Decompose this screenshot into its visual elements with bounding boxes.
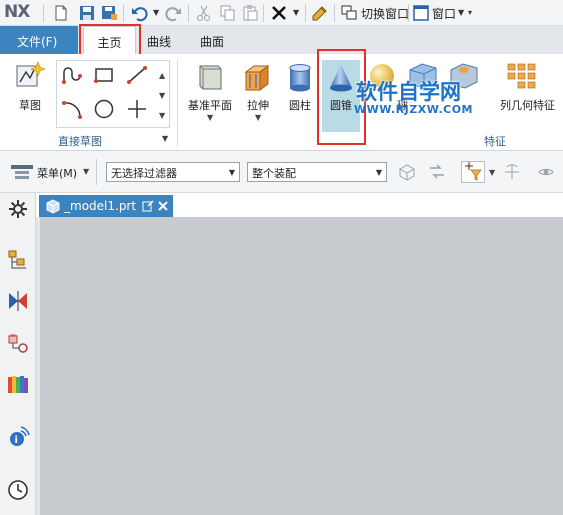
- menu-label[interactable]: 菜单(M): [37, 165, 77, 181]
- filter-arrow-icon[interactable]: [427, 162, 447, 182]
- snap-point-icon[interactable]: [502, 162, 522, 182]
- separator: [96, 159, 97, 185]
- chevron-down-icon[interactable]: ▼: [255, 113, 261, 122]
- web-browser-icon[interactable]: i: [6, 425, 30, 449]
- resource-bar: i: [0, 193, 36, 515]
- edit-object-display-icon[interactable]: [311, 4, 329, 22]
- snap-filter-button[interactable]: [461, 161, 485, 183]
- highlight-box-home-tab: [79, 24, 141, 57]
- part-file-icon: [46, 199, 60, 214]
- history-clock-icon[interactable]: [6, 478, 30, 502]
- sketch-icon: [16, 61, 46, 87]
- extrude-label: 拉伸: [247, 99, 269, 112]
- chevron-down-icon[interactable]: ▼: [159, 111, 165, 120]
- ribbon-panel: 草图 ▲ ▼ ▼ 直接草图 ▼ 基准平面 ▼ 拉伸 ▼ 圆柱 圆锥 球 列几何特…: [0, 54, 563, 151]
- chevron-down-icon[interactable]: ▲: [159, 71, 165, 80]
- datum-plane-icon: [199, 65, 222, 90]
- group-separator: [177, 59, 178, 147]
- watermark-title: 软件自学网: [356, 80, 461, 104]
- circle-icon[interactable]: [93, 98, 115, 120]
- rectangle-icon[interactable]: [93, 64, 115, 86]
- extrude-icon: [244, 65, 270, 91]
- redo-icon[interactable]: [165, 4, 183, 22]
- menu-icon[interactable]: [10, 163, 34, 181]
- assembly-navigator-icon[interactable]: [6, 248, 30, 272]
- chevron-down-icon[interactable]: ▼: [489, 168, 495, 177]
- chevron-down-icon[interactable]: ▼: [159, 91, 165, 100]
- part-navigator-icon[interactable]: [6, 331, 30, 355]
- save-icon[interactable]: [78, 4, 96, 22]
- svg-text:i: i: [15, 435, 18, 446]
- document-tab-name: _model1.prt: [64, 199, 137, 213]
- cylinder-icon: [289, 64, 311, 92]
- line-icon[interactable]: [126, 64, 148, 86]
- save-all-icon[interactable]: [100, 4, 118, 22]
- chevron-down-icon: ▼: [228, 168, 235, 177]
- pattern-feature-icon[interactable]: [505, 60, 539, 92]
- separator: [123, 4, 124, 22]
- chevron-down-icon[interactable]: ▼: [207, 113, 213, 122]
- close-icon[interactable]: [158, 201, 168, 211]
- chevron-down-icon[interactable]: ▾: [468, 8, 472, 17]
- assembly-scope-value: 整个装配: [252, 167, 296, 180]
- separator: [408, 4, 409, 22]
- window-label[interactable]: 窗口: [432, 5, 456, 22]
- switch-window-label[interactable]: 切换窗口: [361, 5, 409, 22]
- datum-plane-button[interactable]: 基准平面 ▼: [185, 60, 235, 130]
- arc-icon[interactable]: [61, 98, 83, 120]
- tab-file[interactable]: 文件(F): [0, 26, 78, 54]
- selection-toolbar: 菜单(M) ▼ 无选择过滤器 ▼ 整个装配 ▼ ▼: [0, 151, 563, 193]
- selection-filter-select[interactable]: 无选择过滤器 ▼: [106, 162, 240, 182]
- document-tab[interactable]: _model1.prt: [39, 195, 173, 217]
- cylinder-button[interactable]: 圆柱: [282, 60, 318, 116]
- settings-gear-icon[interactable]: [6, 197, 30, 221]
- copy-icon[interactable]: [218, 4, 236, 22]
- watermark-url: WWW.RJZXW.COM: [354, 103, 473, 116]
- pattern-feature-label[interactable]: 列几何特征: [500, 97, 555, 113]
- selection-filter-value: 无选择过滤器: [111, 167, 177, 180]
- profile-icon[interactable]: [61, 64, 83, 86]
- window-icon[interactable]: [412, 4, 430, 22]
- nx-logo: NX: [4, 2, 30, 22]
- document-tab-bar: _model1.prt: [36, 193, 563, 217]
- point-icon[interactable]: [126, 98, 148, 120]
- sketch-button[interactable]: 草图: [10, 60, 50, 112]
- separator: [334, 4, 335, 22]
- constraint-navigator-icon[interactable]: [6, 289, 30, 313]
- chevron-down-icon: ▼: [375, 168, 382, 177]
- separator: [43, 4, 44, 22]
- new-file-icon[interactable]: [52, 4, 70, 22]
- extrude-button[interactable]: 拉伸 ▼: [238, 60, 278, 130]
- cut-icon[interactable]: [195, 4, 213, 22]
- separator: [263, 4, 264, 22]
- separator: [188, 4, 189, 22]
- sketch-label: 草图: [19, 99, 41, 112]
- snap-filter-icon: [465, 162, 482, 181]
- chevron-down-icon[interactable]: ▼: [162, 134, 168, 143]
- delete-icon[interactable]: [270, 4, 288, 22]
- assembly-scope-select[interactable]: 整个装配 ▼: [247, 162, 387, 182]
- select-feature-icon[interactable]: [397, 162, 417, 182]
- direct-sketch-group-title: 直接草图: [58, 135, 102, 148]
- switch-window-icon[interactable]: [340, 4, 358, 22]
- cylinder-label: 圆柱: [289, 99, 311, 112]
- direct-sketch-tools: ▲ ▼ ▼: [56, 60, 170, 128]
- datum-plane-label: 基准平面: [188, 99, 232, 112]
- show-hide-icon[interactable]: [536, 162, 556, 182]
- separator: [305, 4, 306, 22]
- chevron-down-icon[interactable]: ▼: [153, 8, 159, 17]
- reuse-library-icon[interactable]: [6, 373, 30, 397]
- chevron-down-icon[interactable]: ▼: [293, 8, 299, 17]
- tab-surface[interactable]: 曲面: [200, 26, 230, 54]
- chevron-down-icon[interactable]: ▼: [83, 167, 89, 176]
- quick-access-toolbar: NX ▼ ▼ 切换窗口 窗口 ▼ ▾: [0, 0, 563, 26]
- undo-icon[interactable]: [130, 4, 148, 22]
- feature-group-title: 特征: [484, 135, 506, 148]
- graphics-viewport[interactable]: [36, 217, 563, 515]
- modified-indicator-icon: [142, 200, 154, 212]
- paste-icon[interactable]: [241, 4, 259, 22]
- chevron-down-icon[interactable]: ▼: [458, 8, 464, 17]
- tab-curve[interactable]: 曲线: [147, 26, 177, 54]
